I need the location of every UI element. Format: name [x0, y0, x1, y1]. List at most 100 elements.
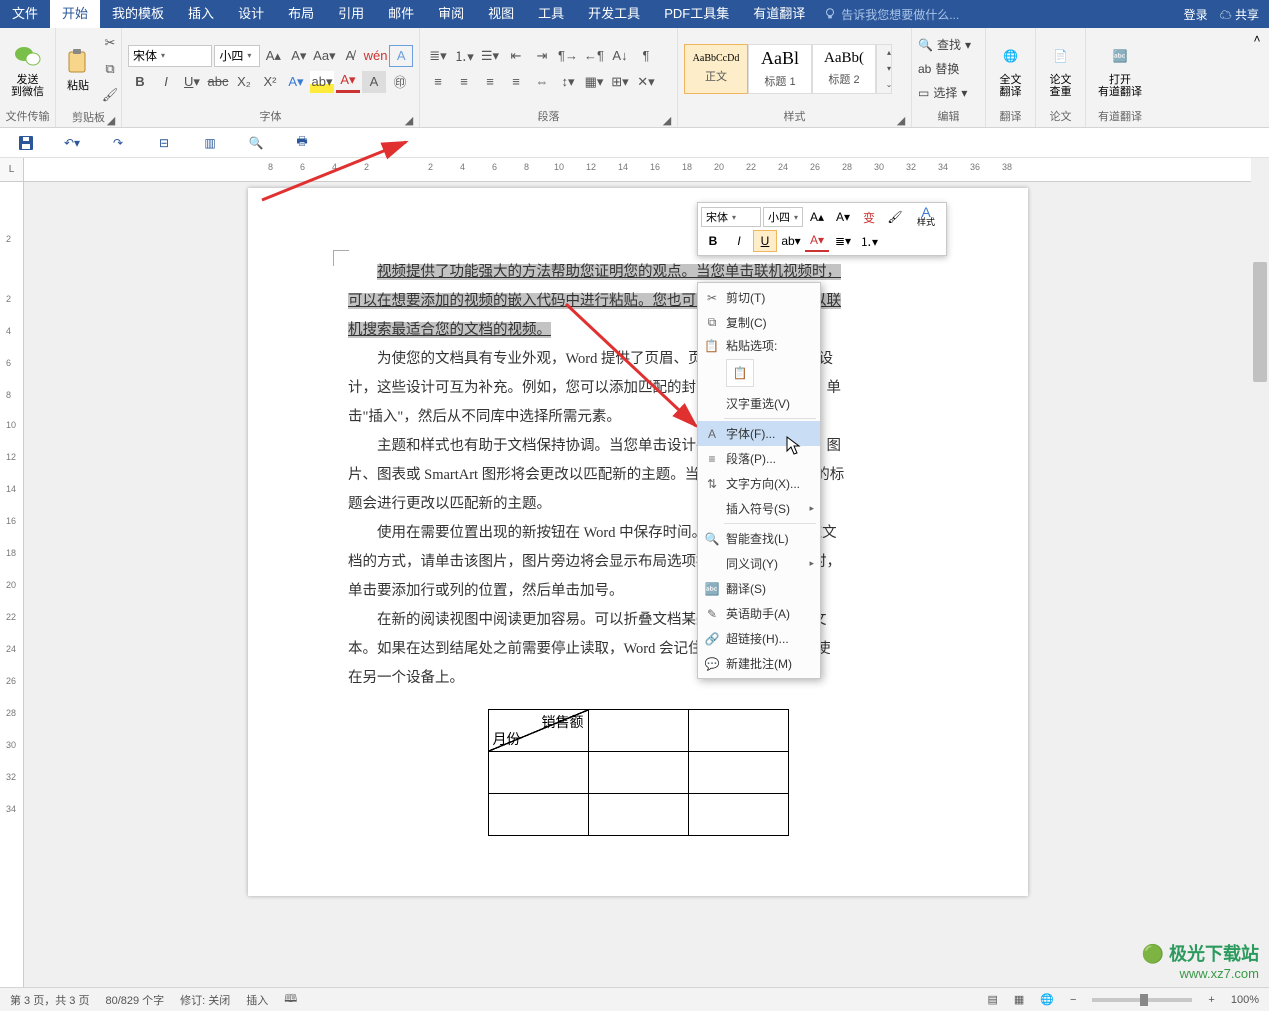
shading-button[interactable]: ▦▾	[582, 71, 606, 93]
undo-button[interactable]: ↶▾	[62, 133, 82, 153]
ctx-hanzi-reselect[interactable]: 汉字重选(V)	[698, 391, 820, 416]
ctx-cut[interactable]: ✂剪切(T)	[698, 285, 820, 310]
horizontal-ruler[interactable]: 8642 2468101214161820222426283032343638	[24, 158, 1251, 182]
vertical-scrollbar[interactable]	[1251, 182, 1269, 987]
ltr-button[interactable]: ¶→	[556, 45, 580, 67]
distribute-button[interactable]: ⇔	[530, 71, 554, 93]
doc-paragraph[interactable]: 视频提供了功能强大的方法帮助您证明您的观点。当您单击联机视频时，	[348, 258, 928, 287]
increase-indent-button[interactable]: ⇥	[530, 45, 554, 67]
find-button[interactable]: 🔍查找▾	[918, 34, 971, 56]
ctx-new-comment[interactable]: 💬新建批注(M)	[698, 651, 820, 676]
full-translate-button[interactable]: 🌐全文 翻译	[992, 33, 1029, 105]
doc-paragraph[interactable]: 题会进行更改以匹配新的主题。	[348, 490, 928, 519]
doc-paragraph[interactable]: 击"插入"，然后从不同库中选择所需元素。	[348, 403, 928, 432]
mini-shrink-font[interactable]: A▾	[831, 206, 855, 228]
doc-paragraph[interactable]: 在另一个设备上。	[348, 664, 928, 693]
font-family-combo[interactable]: 宋体▾	[128, 45, 212, 67]
login-button[interactable]: 登录	[1184, 6, 1208, 23]
multilevel-button[interactable]: ☰▾	[478, 45, 502, 67]
table-cell[interactable]	[488, 752, 588, 794]
mini-format-painter[interactable]: 🖌	[883, 206, 907, 228]
tab-start[interactable]: 开始	[50, 0, 100, 28]
table-cell[interactable]	[588, 794, 688, 836]
table-cell[interactable]	[688, 794, 788, 836]
paste-button[interactable]: 粘贴	[62, 33, 94, 105]
qat-print-preview-button[interactable]: 🔍	[246, 133, 266, 153]
ctx-smart-find[interactable]: 🔍智能查找(L)	[698, 526, 820, 551]
tab-youdao[interactable]: 有道翻译	[741, 0, 817, 28]
table-cell[interactable]: 销售额月份	[488, 710, 588, 752]
styles-more-button[interactable]: ⌄	[877, 77, 901, 93]
doc-paragraph[interactable]: 可以在想要添加的视频的嵌入代码中进行粘贴。您也可以键入一个关键字以联	[348, 287, 928, 316]
align-center-button[interactable]: ≡	[452, 71, 476, 93]
select-button[interactable]: ▭选择▾	[918, 82, 971, 104]
mini-italic[interactable]: I	[727, 230, 751, 252]
clipboard-launcher-icon[interactable]: ◢	[105, 113, 117, 125]
tab-file[interactable]: 文件	[0, 0, 50, 28]
tabs-button[interactable]: ✕▾	[634, 71, 658, 93]
copy-button[interactable]: ⧉	[98, 58, 122, 80]
borders-button[interactable]: ⊞▾	[608, 71, 632, 93]
ctx-insert-symbol[interactable]: 插入符号(S)▸	[698, 496, 820, 521]
align-left-button[interactable]: ≡	[426, 71, 450, 93]
subscript-button[interactable]: X₂	[232, 71, 256, 93]
status-word-count[interactable]: 80/829 个字	[105, 992, 164, 1008]
tab-view[interactable]: 视图	[476, 0, 526, 28]
tab-layout[interactable]: 布局	[276, 0, 326, 28]
grow-font-button[interactable]: A▴	[262, 45, 286, 67]
decrease-indent-button[interactable]: ⇤	[504, 45, 528, 67]
justify-button[interactable]: ≡	[504, 71, 528, 93]
ctx-translate[interactable]: 🔤翻译(S)	[698, 576, 820, 601]
doc-paragraph[interactable]: 档的方式，请单击该图片，图片旁边将会显示布局选项按钮。当处理表格时，	[348, 548, 928, 577]
mini-font-color[interactable]: A▾	[805, 230, 829, 252]
redo-button[interactable]: ↷	[108, 133, 128, 153]
show-marks-button[interactable]: ¶	[634, 45, 658, 67]
vertical-ruler[interactable]: 2246810121416182022242628303234	[0, 182, 24, 987]
shrink-font-button[interactable]: A▾	[287, 45, 311, 67]
font-size-combo[interactable]: 小四▾	[214, 45, 259, 67]
styles-launcher-icon[interactable]: ◢	[895, 113, 907, 125]
qat-touch-button[interactable]: ⊟	[154, 133, 174, 153]
status-page[interactable]: 第 3 页，共 3 页	[10, 992, 89, 1008]
mini-font-size[interactable]: 小四▾	[763, 207, 803, 227]
ctx-text-direction[interactable]: ⇅文字方向(X)...	[698, 471, 820, 496]
doc-paragraph[interactable]: 主题和样式也有助于文档保持协调。当您单击设计并选择新的主题时，图	[348, 432, 928, 461]
doc-table[interactable]: 销售额月份	[488, 709, 789, 836]
mini-bullets[interactable]: ≣▾	[831, 230, 855, 252]
mini-styles[interactable]: A样式	[909, 206, 943, 228]
tab-references[interactable]: 引用	[326, 0, 376, 28]
doc-paragraph[interactable]: 机搜索最适合您的文档的视频。	[348, 316, 928, 345]
table-cell[interactable]	[688, 752, 788, 794]
strike-button[interactable]: abc	[206, 71, 230, 93]
style-heading1[interactable]: AaBl标题 1	[748, 44, 812, 94]
view-web-layout[interactable]: 🌐	[1040, 993, 1054, 1006]
bold-button[interactable]: B	[128, 71, 152, 93]
table-cell[interactable]	[688, 710, 788, 752]
zoom-level[interactable]: 100%	[1231, 994, 1259, 1006]
view-read-mode[interactable]: ▤	[987, 993, 997, 1006]
tab-pdf[interactable]: PDF工具集	[652, 0, 741, 28]
paragraph-launcher-icon[interactable]: ◢	[661, 113, 673, 125]
ruler-corner[interactable]: L	[0, 158, 24, 182]
change-case-button[interactable]: Aa▾	[313, 45, 337, 67]
table-cell[interactable]	[488, 794, 588, 836]
clear-format-button[interactable]: A̸	[338, 45, 362, 67]
align-right-button[interactable]: ≡	[478, 71, 502, 93]
phonetic-guide-button[interactable]: wén	[364, 45, 388, 67]
ctx-hyperlink[interactable]: 🔗超链接(H)...	[698, 626, 820, 651]
tab-insert[interactable]: 插入	[176, 0, 226, 28]
ctx-synonym[interactable]: 同义词(Y)▸	[698, 551, 820, 576]
status-insert-mode[interactable]: 插入	[246, 992, 268, 1008]
tab-dev[interactable]: 开发工具	[576, 0, 652, 28]
char-shading-button[interactable]: A	[362, 71, 386, 93]
doc-paragraph[interactable]: 为使您的文档具有专业外观，Word 提供了页眉、页脚、封面和文本框设	[348, 345, 928, 374]
ctx-english-assistant[interactable]: ✎英语助手(A)	[698, 601, 820, 626]
zoom-slider[interactable]	[1092, 998, 1192, 1002]
mini-grow-font[interactable]: A▴	[805, 206, 829, 228]
table-cell[interactable]	[588, 752, 688, 794]
tab-templates[interactable]: 我的模板	[100, 0, 176, 28]
zoom-out-button[interactable]: −	[1070, 994, 1076, 1006]
doc-paragraph[interactable]: 在新的阅读视图中阅读更加容易。可以折叠文档某些部分并关注所需文	[348, 606, 928, 635]
qat-new-button[interactable]: ▥	[200, 133, 220, 153]
open-youdao-button[interactable]: 🔤打开 有道翻译	[1092, 33, 1148, 105]
